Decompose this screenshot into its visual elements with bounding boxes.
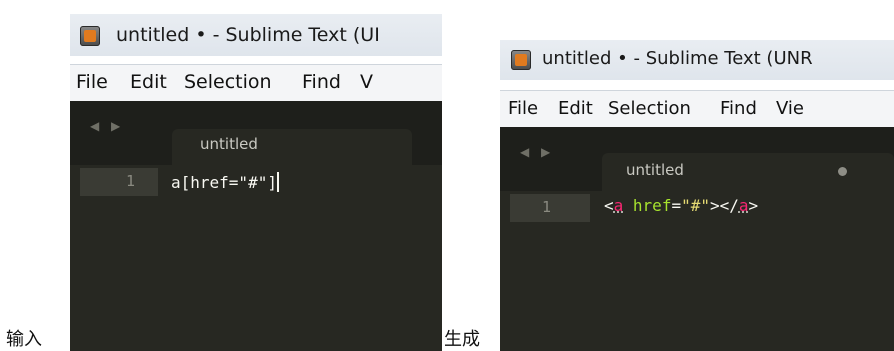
left-tab-strip: ◀ ▶ untitled — [70, 101, 442, 165]
left-sublime-window: untitled • - Sublime Text (UI File Edit … — [70, 14, 442, 351]
code-close-tag: a — [738, 196, 749, 215]
unsaved-dot-icon — [838, 167, 847, 176]
caption-output: 生成 — [444, 329, 480, 350]
right-window-title: untitled • - Sublime Text (UNR — [542, 48, 813, 69]
tab-label: untitled — [626, 161, 684, 179]
code-open-tag: a — [613, 196, 624, 215]
code-text: a[href="#"] — [171, 173, 277, 192]
menu-file[interactable]: File — [76, 71, 108, 93]
tab-label: untitled — [200, 135, 258, 153]
menu-view[interactable]: V — [360, 71, 373, 93]
tab-nav-arrows-icon[interactable]: ◀ ▶ — [520, 145, 554, 159]
code-attr: href — [623, 196, 672, 215]
menu-find[interactable]: Find — [720, 98, 757, 119]
menu-edit[interactable]: Edit — [130, 71, 167, 93]
code-gt: > — [748, 196, 759, 215]
menu-selection[interactable]: Selection — [608, 98, 691, 119]
sublime-app-icon — [511, 50, 531, 70]
code-eq: = — [671, 196, 682, 215]
left-window-title: untitled • - Sublime Text (UI — [116, 24, 380, 46]
line-gutter: 1 — [80, 168, 158, 196]
right-editor: ◀ ▶ untitled 1 <a href="#"></a> — [500, 127, 894, 351]
code-gt-lt: ></ — [710, 196, 739, 215]
code-value: "#" — [681, 196, 710, 215]
code-lt: < — [604, 196, 614, 215]
menu-find[interactable]: Find — [302, 71, 341, 93]
caption-input: 输入 — [6, 329, 42, 350]
right-title-bar: untitled • - Sublime Text (UNR — [500, 40, 894, 80]
line-gutter: 1 — [510, 194, 590, 222]
code-line[interactable]: a[href="#"] — [171, 172, 279, 192]
menu-view[interactable]: Vie — [776, 98, 804, 119]
tab-nav-arrows-icon[interactable]: ◀ ▶ — [90, 119, 124, 133]
line-number: 1 — [542, 198, 552, 216]
right-menu-bar: File Edit Selection Find Vie — [500, 90, 894, 128]
left-menu-bar: File Edit Selection Find V — [70, 64, 442, 102]
tab-untitled[interactable]: untitled — [172, 129, 412, 165]
code-line[interactable]: <a href="#"></a> — [604, 196, 758, 215]
tab-untitled[interactable]: untitled — [602, 153, 894, 191]
menu-edit[interactable]: Edit — [558, 98, 593, 119]
left-editor: ◀ ▶ untitled 1 a[href="#"] — [70, 101, 442, 351]
right-sublime-window: untitled • - Sublime Text (UNR File Edit… — [500, 40, 894, 351]
sublime-app-icon — [80, 26, 100, 46]
line-number: 1 — [126, 172, 136, 190]
left-title-bar: untitled • - Sublime Text (UI — [70, 14, 442, 56]
menu-file[interactable]: File — [508, 98, 538, 119]
menu-selection[interactable]: Selection — [184, 71, 272, 93]
right-tab-strip: ◀ ▶ untitled — [500, 127, 894, 191]
text-caret — [276, 172, 279, 192]
